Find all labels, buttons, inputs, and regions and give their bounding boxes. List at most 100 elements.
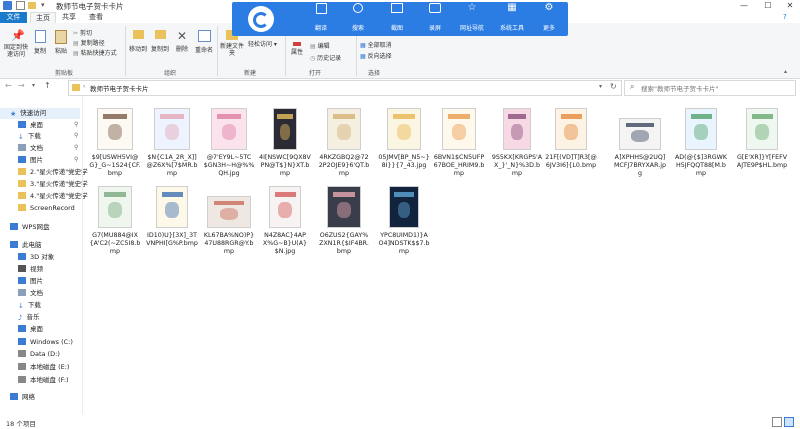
group-select-label: 选择 [367,70,380,77]
nav-drive-f[interactable]: 本地磁盘 (F:) [18,375,69,386]
file-item[interactable]: O6ZUS2{GAY%ZXN1R{$IF4BR.bmp [318,182,370,276]
file-item[interactable]: YPC8UIMD1)}AO4]NDSTK$$7.bmp [378,182,430,276]
rename-button[interactable]: 重命名 [193,30,215,54]
refresh-icon[interactable]: ↻ [610,82,617,91]
forward-button[interactable]: → [18,81,25,90]
screenshot-button[interactable]: 截图 [379,3,415,33]
nav-drive-d[interactable]: Data (D:) [18,349,60,360]
pin-icon[interactable]: ⚲ [74,121,78,128]
close-button[interactable]: ✕ [778,0,800,12]
nav-drive-e[interactable]: 本地磁盘 (E:) [18,362,69,373]
edit-button[interactable]: ▤ 编辑 [310,41,330,50]
record-screen-button[interactable]: 录屏 [417,3,453,33]
file-item[interactable]: G7(MU884@IX{A'C2(~ZC5I8.bmp [89,182,141,276]
tab-file[interactable]: 文件 [0,12,27,23]
maximize-button[interactable]: ☐ [756,0,780,12]
nav-pc-downloads[interactable]: ↓ 下载 [18,300,41,311]
search-placeholder[interactable]: 搜索"教师节电子贺卡卡片" [641,83,718,93]
file-thumbnail [387,108,421,150]
search-tool-button[interactable]: 搜索 [340,3,376,33]
up-button[interactable]: ↑ [44,81,51,90]
details-view-icon[interactable] [772,417,782,427]
file-item[interactable]: 21F[(VD]T]R3[@6JV3I6]{L0.bmp [545,104,597,198]
paste-shortcut-button[interactable]: ▤ 粘贴快捷方式 [73,48,117,57]
search-icon [353,3,363,13]
file-item[interactable]: N4Z8AC}4APX%G~B}U(A}$N.jpg [259,182,311,276]
file-item[interactable]: AD(@{$]3RGWKH5JFQQT88[M.bmp [675,104,727,198]
web-nav-button[interactable]: ☆ 网址导航 [454,3,490,33]
paste-shortcut-label: 粘贴快捷方式 [80,50,117,57]
nav-folder-4[interactable]: 4."星火传递"党史学 [18,191,88,202]
nav-pc-documents[interactable]: 文档 [18,288,43,299]
tab-share[interactable]: 共享 [57,12,81,23]
nav-this-pc[interactable]: 此电脑 [10,240,42,251]
tab-home[interactable]: 主页 [30,12,56,23]
recent-locations-button[interactable]: ▾ [32,82,35,89]
delete-button[interactable]: ✕ 删除 [173,30,191,53]
folder-quick-icon[interactable] [28,2,36,9]
toolbar-logo-icon[interactable] [248,6,274,32]
system-tools-button[interactable]: ▦ 系统工具 [494,3,530,33]
translate-button[interactable]: 翻译 [303,3,339,33]
nav-network[interactable]: 网络 [10,392,35,403]
pin-icon[interactable]: ⚲ [74,156,78,163]
minimize-button[interactable]: — [732,0,756,12]
grid-icon: ▦ [507,2,517,13]
help-icon[interactable]: ? [783,13,787,21]
invert-selection-button[interactable]: ▦ 反向选择 [360,51,392,60]
file-item[interactable]: 9S5KX[KRGPS'AX_}'_N}%3D.bmp [491,104,543,198]
nav-music[interactable]: ♪ 音乐 [18,312,39,323]
nav-desktop[interactable]: 桌面 [18,120,43,131]
nav-pc-desktop[interactable]: 桌面 [18,324,43,335]
large-icons-view-icon[interactable] [784,417,794,427]
address-dropdown-icon[interactable]: ▾ [599,83,602,90]
quick-access-dropdown-icon[interactable]: ▾ [41,1,45,9]
file-item[interactable]: KL67BA%NO)P}47U88RGR@Y.bmp [203,182,255,276]
breadcrumb-current[interactable]: 教师节电子贺卡卡片 [90,83,149,93]
nav-pictures[interactable]: 图片 [18,155,43,166]
file-name: 6BVN1$CN5UFP67BOE_HRIM9.bmp [433,154,485,177]
drive-icon [18,363,26,370]
nav-downloads[interactable]: ↓ 下载 [18,131,41,142]
paste-button[interactable]: 粘贴 [51,30,71,55]
nav-documents[interactable]: 文档 [18,143,43,154]
back-button[interactable]: ← [5,81,12,90]
collapse-ribbon-icon[interactable]: ▴ [784,68,787,75]
file-item[interactable]: A]XPHHS@2UQ]MCFJ7BRYXAR.jpg [614,104,666,198]
file-item[interactable]: ID10)U}[3X]_3TVNPHI[G%P.bmp [146,182,198,276]
nav-wps-cloud[interactable]: WPS网盘 [10,222,49,233]
nav-pane-divider[interactable] [82,96,83,414]
properties-button[interactable]: 属性 [288,42,306,56]
pin-quick-access-button[interactable]: 📌 固定到快速访问 [4,30,28,66]
pin-label: 固定到快速访问 [4,44,29,58]
nav-3d-objects[interactable]: 3D 对象 [18,252,54,263]
file-thumbnail [389,186,419,228]
nav-label: 桌面 [30,121,43,129]
select-none-button[interactable]: ▦ 全部取消 [360,40,392,49]
copy-button[interactable]: 复制 [31,30,49,55]
nav-pc-pictures[interactable]: 图片 [18,276,43,287]
nav-videos[interactable]: 视频 [18,264,43,275]
move-to-button[interactable]: 移动到 [128,30,148,53]
history-button[interactable]: ◷ 历史记录 [310,53,341,62]
nav-folder-3[interactable]: 3."星火传递"党史学 [18,179,88,190]
easy-access-button[interactable]: 轻松访问 ▾ [248,39,277,48]
file-item[interactable]: G[E'XR]}Y[FEFVAJTE9P$HL.bmp [736,104,788,198]
nav-drive-c[interactable]: Windows (C:) [18,337,73,348]
properties-quick-icon[interactable] [16,1,25,10]
more-button[interactable]: ⚙ 更多 [531,3,567,33]
pin-icon[interactable]: ⚲ [74,132,78,139]
cut-button[interactable]: ✂ 剪切 [73,28,92,37]
pin-icon[interactable]: ⚲ [74,144,78,151]
nav-screenrecord[interactable]: ScreenRecord [18,203,75,214]
nav-folder-2[interactable]: 2."星火传递"党史学 [18,167,88,178]
file-thumbnail [207,196,251,228]
tab-view[interactable]: 查看 [84,12,108,23]
address-bar[interactable]: › 教师节电子贺卡卡片 ▾ ↻ [68,80,622,96]
copy-path-button[interactable]: ▤ 复制路径 [73,38,105,47]
file-item[interactable]: 6BVN1$CN5UFP67BOE_HRIM9.bmp [433,104,485,198]
copy-to-button[interactable]: 复制到 [150,30,170,53]
search-box[interactable]: ⌕ 搜索"教师节电子贺卡卡片" [624,80,796,96]
nav-quick-access[interactable]: ★ 快速访问 [0,108,80,119]
folder-icon [18,204,26,211]
